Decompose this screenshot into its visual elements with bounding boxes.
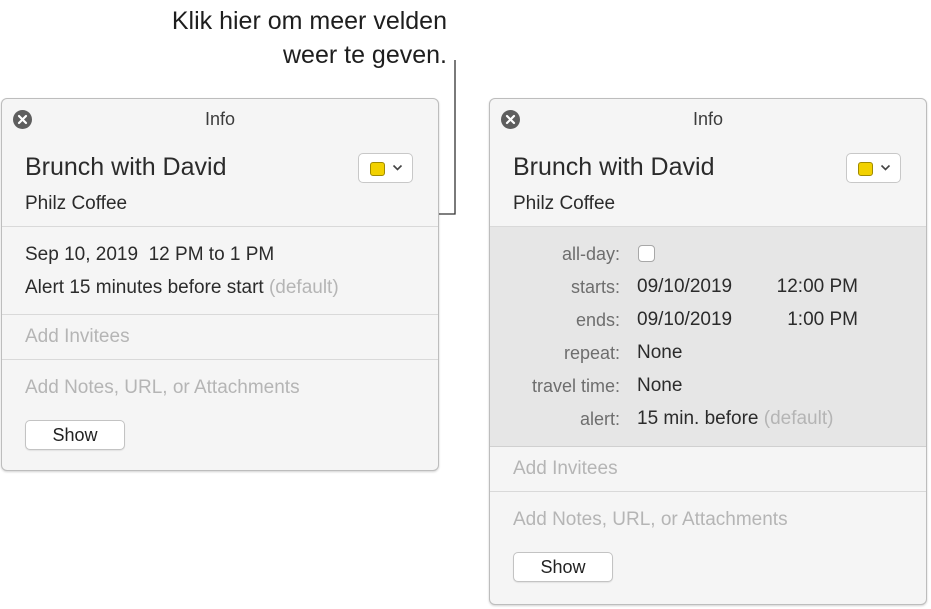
ends-date-field[interactable]: 09/10/2019 [637, 309, 732, 331]
event-location[interactable]: Philz Coffee [25, 193, 127, 215]
event-summary: Brunch with David Philz Coffee [490, 139, 926, 227]
calendar-color-picker[interactable] [846, 153, 901, 183]
add-invitees-field[interactable]: Add Invitees [513, 458, 618, 480]
allday-label: all-day: [561, 244, 620, 264]
panel-title: Info [204, 109, 236, 129]
alert-value: 15 min. before [637, 408, 759, 429]
travel-time-row: travel time: None [490, 375, 926, 406]
calendar-color-swatch [370, 162, 385, 176]
repeat-select[interactable]: None [637, 342, 682, 364]
chevron-down-icon [880, 164, 891, 171]
event-detail-fields: all-day: starts: 09/10/2019 12:00 PM end… [490, 227, 926, 447]
travel-time-label: travel time: [531, 376, 620, 396]
info-panel-expanded: Info Brunch with David Philz Coffee all-… [489, 98, 927, 605]
allday-row: all-day: [490, 244, 926, 274]
alert-default-label: (default) [268, 277, 339, 298]
ends-label: ends: [575, 310, 620, 330]
notes-section: Add Notes, URL, or Attachments Show [490, 492, 926, 602]
starts-date-field[interactable]: 09/10/2019 [637, 276, 732, 298]
invitees-section[interactable]: Add Invitees [2, 315, 438, 360]
panel-title: Info [692, 109, 724, 129]
calendar-color-swatch [858, 162, 873, 176]
starts-row: starts: 09/10/2019 12:00 PM [490, 276, 926, 307]
callout-text: Klik hier om meer velden weer te geven. [47, 4, 447, 72]
alert-default-label: (default) [763, 408, 834, 429]
event-summary: Brunch with David Philz Coffee [2, 139, 438, 227]
invitees-section[interactable]: Add Invitees [490, 447, 926, 492]
show-button[interactable]: Show [25, 420, 125, 450]
ends-time-field[interactable]: 1:00 PM [787, 309, 858, 331]
show-button[interactable]: Show [513, 552, 613, 582]
info-panel-collapsed: Info Brunch with David Philz Coffee Sep … [1, 98, 439, 471]
event-alert[interactable]: Alert 15 minutes before start (default) [25, 277, 339, 299]
date-summary-section[interactable]: Sep 10, 2019 12 PM to 1 PM Alert 15 minu… [2, 227, 438, 315]
alert-select[interactable]: 15 min. before (default) [637, 408, 833, 430]
event-title[interactable]: Brunch with David [25, 153, 226, 182]
add-notes-field[interactable]: Add Notes, URL, or Attachments [513, 509, 788, 531]
travel-time-select[interactable]: None [637, 375, 682, 397]
notes-section: Add Notes, URL, or Attachments Show [2, 360, 438, 470]
allday-checkbox[interactable] [638, 245, 655, 262]
callout-line-1: Klik hier om meer velden [171, 7, 447, 35]
alert-text: Alert 15 minutes before start [25, 277, 264, 298]
starts-time-field[interactable]: 12:00 PM [777, 276, 858, 298]
panel-header: Info [2, 99, 438, 139]
panel-header: Info [490, 99, 926, 139]
chevron-down-icon [392, 164, 403, 171]
ends-row: ends: 09/10/2019 1:00 PM [490, 309, 926, 340]
repeat-row: repeat: None [490, 342, 926, 373]
event-date-time[interactable]: Sep 10, 2019 12 PM to 1 PM [25, 244, 274, 266]
starts-label: starts: [570, 277, 620, 297]
add-notes-field[interactable]: Add Notes, URL, or Attachments [25, 377, 300, 399]
calendar-color-picker[interactable] [358, 153, 413, 183]
event-location[interactable]: Philz Coffee [513, 193, 615, 215]
add-invitees-field[interactable]: Add Invitees [25, 326, 130, 348]
callout-line-2: weer te geven. [283, 41, 447, 69]
alert-row: alert: 15 min. before (default) [490, 408, 926, 439]
alert-label: alert: [579, 409, 620, 429]
event-title[interactable]: Brunch with David [513, 153, 714, 182]
repeat-label: repeat: [563, 343, 620, 363]
